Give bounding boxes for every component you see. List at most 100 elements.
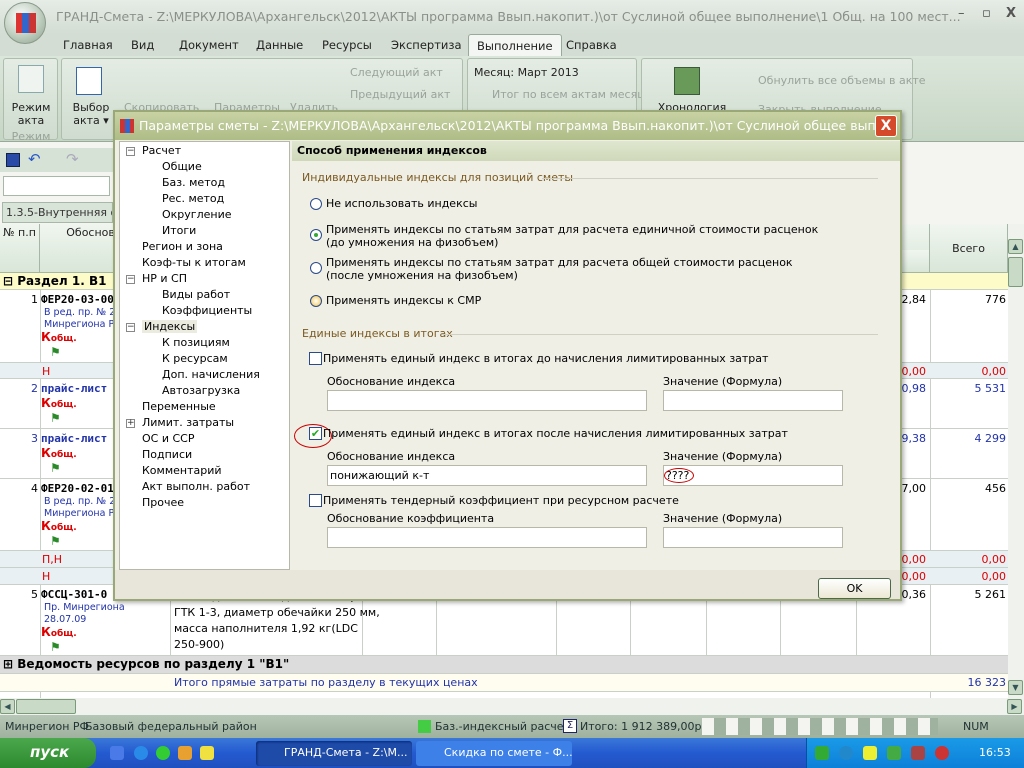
value-input-1[interactable] bbox=[663, 390, 843, 411]
tray-icon[interactable] bbox=[911, 746, 925, 760]
tree-item[interactable]: Общие bbox=[162, 160, 202, 173]
tree-item[interactable]: Итоги bbox=[162, 224, 196, 237]
scroll-thumb[interactable] bbox=[1008, 257, 1023, 287]
tree-item[interactable]: Лимит. затраты bbox=[142, 416, 234, 429]
tab-execution[interactable]: Выполнение bbox=[468, 34, 562, 57]
tree-item[interactable]: Комментарий bbox=[142, 464, 222, 477]
header-num[interactable]: № п.п bbox=[0, 224, 40, 273]
tree-item[interactable]: Расчет bbox=[142, 144, 181, 157]
tab-home[interactable]: Главная bbox=[63, 38, 113, 52]
header-total[interactable]: Всего bbox=[930, 224, 1008, 273]
tab-expertise[interactable]: Экспертиза bbox=[391, 38, 462, 52]
task-grand-smeta[interactable]: ГРАНД-Смета - Z:\М... bbox=[256, 741, 412, 766]
tree-item[interactable]: Коэффициенты bbox=[162, 304, 252, 317]
collapse-icon[interactable]: − bbox=[126, 147, 135, 156]
tree-item[interactable]: Коэф-ты к итогам bbox=[142, 256, 246, 269]
tree-item[interactable]: Баз. метод bbox=[162, 176, 225, 189]
radio-button[interactable] bbox=[310, 198, 322, 210]
tree-item[interactable]: К ресурсам bbox=[162, 352, 228, 365]
tree-item[interactable]: Автозагрузка bbox=[162, 384, 240, 397]
checkbox-before-limited[interactable] bbox=[309, 352, 322, 365]
tray-icon[interactable] bbox=[863, 746, 877, 760]
start-button[interactable]: пуск bbox=[0, 738, 96, 768]
expand-icon[interactable]: ⊞ bbox=[3, 657, 17, 671]
document-tab[interactable]: 1.3.5-Внутренняя от... bbox=[2, 202, 113, 223]
radio-button[interactable] bbox=[310, 262, 322, 274]
dialog-title-bar[interactable]: Параметры сметы - Z:\МЕРКУЛОВА\Архангель… bbox=[115, 112, 900, 140]
tray-icon[interactable] bbox=[839, 746, 853, 760]
tree-item[interactable]: Переменные bbox=[142, 400, 216, 413]
radio-unit-cost[interactable]: Применять индексы по статьям затрат для … bbox=[310, 223, 818, 249]
tray-icon[interactable] bbox=[935, 746, 949, 760]
reset-volumes-button[interactable]: Обнулить все объемы в акте bbox=[758, 74, 926, 87]
radio-smr[interactable]: Применять индексы к СМР bbox=[310, 294, 481, 307]
checkbox-tender-coef[interactable] bbox=[309, 494, 322, 507]
dialog-close-button[interactable]: X bbox=[875, 115, 897, 137]
radio-total-cost[interactable]: Применять индексы по статьям затрат для … bbox=[310, 256, 793, 282]
vertical-scrollbar[interactable]: ▲ ▼ bbox=[1008, 224, 1024, 698]
ie-icon[interactable] bbox=[134, 746, 148, 760]
collapse-icon[interactable]: − bbox=[126, 275, 135, 284]
value-input-3[interactable] bbox=[663, 527, 843, 548]
quicklaunch-icon[interactable] bbox=[178, 746, 192, 760]
scroll-right-button[interactable]: ▶ bbox=[1007, 699, 1022, 714]
quicklaunch-icon[interactable] bbox=[200, 746, 214, 760]
tree-item[interactable]: Округление bbox=[162, 208, 231, 221]
tree-item[interactable]: Подписи bbox=[142, 448, 192, 461]
tree-item[interactable]: Рес. метод bbox=[162, 192, 224, 205]
mode-act-button[interactable]: Режим акта bbox=[6, 101, 56, 127]
scroll-down-button[interactable]: ▼ bbox=[1008, 680, 1023, 695]
radio-button[interactable] bbox=[310, 295, 322, 307]
tab-document[interactable]: Документ bbox=[179, 38, 239, 52]
hscroll-thumb[interactable] bbox=[16, 699, 76, 714]
itogo-row[interactable]: Итого прямые затраты по разделу в текущи… bbox=[0, 674, 1008, 692]
select-act-button[interactable]: Выбор акта ▾ bbox=[66, 101, 116, 127]
basis-input-2[interactable]: понижающий к-т bbox=[327, 465, 647, 486]
radio-no-indices[interactable]: Не использовать индексы bbox=[310, 197, 477, 210]
collapse-icon[interactable]: − bbox=[126, 323, 135, 332]
clock[interactable]: 16:53 bbox=[979, 746, 1011, 759]
horizontal-scrollbar[interactable]: ◀ ▶ bbox=[0, 698, 1024, 715]
ok-button[interactable]: OK bbox=[818, 578, 891, 599]
month-label[interactable]: Месяц: Март 2013 bbox=[474, 66, 579, 79]
app-menu-button[interactable] bbox=[4, 2, 46, 44]
tab-resources[interactable]: Ресурсы bbox=[322, 38, 372, 52]
prev-act-button[interactable]: Предыдущий акт bbox=[350, 88, 450, 101]
radio-button[interactable] bbox=[310, 229, 322, 241]
tray-icon[interactable] bbox=[887, 746, 901, 760]
maximize-button[interactable]: ▫ bbox=[982, 6, 991, 21]
undo-icon[interactable]: ↶ bbox=[28, 150, 41, 168]
tree-item[interactable]: Доп. начисления bbox=[162, 368, 260, 381]
tree-item[interactable]: Прочее bbox=[142, 496, 184, 509]
search-input[interactable] bbox=[3, 176, 110, 196]
month-total-button[interactable]: Итог по всем актам месяца bbox=[492, 88, 651, 101]
quicklaunch-icon[interactable] bbox=[156, 746, 170, 760]
tree-item[interactable]: Индексы bbox=[142, 320, 198, 333]
quicklaunch-icon[interactable] bbox=[110, 746, 124, 760]
tree-item[interactable]: НР и СП bbox=[142, 272, 187, 285]
tab-help[interactable]: Справка bbox=[566, 38, 617, 52]
minimize-button[interactable]: – bbox=[958, 6, 965, 21]
collapse-icon[interactable]: ⊟ bbox=[3, 274, 17, 288]
expand-icon[interactable]: + bbox=[126, 419, 135, 428]
tab-data[interactable]: Данные bbox=[256, 38, 303, 52]
tree-item[interactable]: ОС и ССР bbox=[142, 432, 194, 445]
tree-item[interactable]: Акт выполн. работ bbox=[142, 480, 250, 493]
tree-item[interactable]: Виды работ bbox=[162, 288, 230, 301]
scroll-left-button[interactable]: ◀ bbox=[0, 699, 15, 714]
view-toolbar-icons[interactable] bbox=[702, 718, 938, 735]
next-act-button[interactable]: Следующий акт bbox=[350, 66, 443, 79]
scroll-up-button[interactable]: ▲ bbox=[1008, 239, 1023, 254]
basis-input-1[interactable] bbox=[327, 390, 647, 411]
redo-icon[interactable]: ↷ bbox=[66, 150, 79, 168]
close-button[interactable]: X bbox=[1006, 6, 1016, 21]
tree-item[interactable]: К позициям bbox=[162, 336, 230, 349]
resources-row[interactable]: ⊞ Ведомость ресурсов по разделу 1 "В1" bbox=[0, 656, 1008, 674]
save-icon[interactable] bbox=[6, 153, 20, 167]
basis-input-3[interactable] bbox=[327, 527, 647, 548]
tree-item[interactable]: Регион и зона bbox=[142, 240, 223, 253]
checkbox-after-limited[interactable]: ✔ bbox=[309, 427, 322, 440]
tab-view[interactable]: Вид bbox=[131, 38, 154, 52]
status-calc-mode[interactable]: Баз.-индексный расчет bbox=[435, 720, 570, 733]
tray-icon[interactable] bbox=[815, 746, 829, 760]
